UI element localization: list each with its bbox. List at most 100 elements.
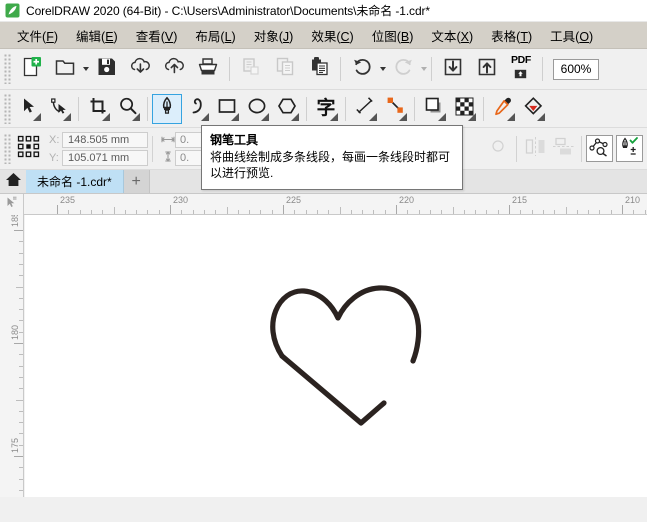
- ruler-origin-button[interactable]: [0, 194, 24, 215]
- y-position-input[interactable]: 105.071 mm: [62, 149, 148, 166]
- connector-tool[interactable]: [380, 94, 410, 124]
- redo-dropdown-arrow[interactable]: [421, 67, 427, 71]
- menu-text[interactable]: 文本(X): [422, 23, 482, 48]
- shadow-tool-flyout-arrow[interactable]: [438, 112, 446, 121]
- connector-tool-flyout-arrow[interactable]: [399, 112, 407, 121]
- freehand-tool-flyout-arrow[interactable]: [201, 112, 209, 121]
- pen-tool[interactable]: [152, 93, 182, 124]
- open-document-button[interactable]: [48, 52, 82, 86]
- freehand-tool[interactable]: [182, 94, 212, 124]
- menu-file[interactable]: 文件(F): [8, 23, 67, 48]
- cloud-upload-button[interactable]: [157, 52, 191, 86]
- vruler-minor-tick: [19, 478, 23, 480]
- polygon-tool-flyout-arrow[interactable]: [291, 112, 299, 121]
- rectangle-tool[interactable]: [212, 94, 242, 124]
- menu-bitmaps[interactable]: 位图(B): [363, 23, 423, 48]
- home-tab-button[interactable]: [0, 170, 26, 193]
- menu-object[interactable]: 对象(J): [245, 23, 303, 48]
- new-document-button[interactable]: [14, 52, 48, 86]
- dimension-tool-flyout-arrow[interactable]: [369, 112, 377, 121]
- export-pdf-button[interactable]: PDF: [504, 52, 538, 86]
- edit-bezier-button[interactable]: [586, 135, 613, 162]
- mirror-horizontal-button[interactable]: [521, 135, 549, 163]
- dimension-tool[interactable]: [350, 94, 380, 124]
- property-bar-grip[interactable]: [4, 133, 11, 164]
- save-button[interactable]: [89, 52, 123, 86]
- transparency-tool[interactable]: [449, 94, 479, 124]
- ruler-label: 230: [173, 195, 189, 205]
- ruler-minor-tick: [305, 210, 307, 214]
- vruler-minor-tick: [19, 422, 23, 424]
- zoom-tool-flyout-arrow[interactable]: [132, 112, 140, 121]
- horizontal-ruler[interactable]: 235 230 225 220 215 210: [0, 194, 647, 215]
- cloud-download-button[interactable]: [123, 52, 157, 86]
- pen-autoclose-icon: [619, 136, 640, 162]
- copy-button[interactable]: [268, 52, 302, 86]
- cut-button[interactable]: [234, 52, 268, 86]
- zoom-level-input[interactable]: 600%: [553, 58, 599, 80]
- vertical-ruler[interactable]: 185 180 175: [0, 215, 24, 497]
- rectangle-tool-flyout-arrow[interactable]: [231, 112, 239, 121]
- text-tool-flyout-arrow[interactable]: [330, 112, 338, 121]
- ruler-major-tick: [283, 205, 284, 214]
- text-tool[interactable]: 字: [311, 94, 341, 124]
- ruler-minor-tick: [384, 210, 386, 214]
- menu-table[interactable]: 表格(T): [482, 23, 541, 48]
- home-icon: [5, 172, 22, 192]
- eyedropper-tool-flyout-arrow[interactable]: [507, 112, 515, 121]
- ruler-minor-tick: [260, 210, 262, 214]
- ellipse-tool[interactable]: [242, 94, 272, 124]
- polygon-tool[interactable]: [272, 94, 302, 124]
- interactive-fill-tool[interactable]: [518, 94, 548, 124]
- ruler-minor-tick: [350, 210, 352, 214]
- fill-tool-flyout-arrow[interactable]: [537, 112, 545, 121]
- print-icon: [197, 56, 219, 83]
- zoom-level-value: 600%: [560, 62, 592, 76]
- transparency-tool-flyout-arrow[interactable]: [468, 112, 476, 121]
- menu-effects[interactable]: 效果(C): [302, 23, 362, 48]
- ellipse-tool-flyout-arrow[interactable]: [261, 112, 269, 121]
- shape-tool[interactable]: [44, 94, 74, 124]
- undo-button[interactable]: [345, 52, 379, 86]
- shadow-tool[interactable]: [419, 94, 449, 124]
- import-button[interactable]: [436, 52, 470, 86]
- menu-tools[interactable]: 工具(O): [541, 23, 602, 48]
- pick-tool[interactable]: [14, 94, 44, 124]
- menu-view[interactable]: 查看(V): [127, 23, 187, 48]
- pick-tool-flyout-arrow[interactable]: [33, 112, 41, 121]
- position-fields-group: X: 148.505 mm Y: 105.071 mm: [49, 131, 148, 166]
- drawing-canvas[interactable]: [25, 215, 647, 497]
- menu-tools-mnemonic: O: [579, 29, 590, 44]
- color-eyedropper-tool[interactable]: [488, 94, 518, 124]
- menu-bar: 文件(F) 编辑(E) 查看(V) 布局(L) 对象(J) 效果(C) 位图(B…: [0, 22, 647, 49]
- menu-layout[interactable]: 布局(L): [186, 23, 244, 48]
- toolbar-grip[interactable]: [4, 54, 11, 84]
- width-icon: [161, 131, 175, 149]
- ruler-minor-tick: [418, 210, 420, 214]
- object-origin-grid-icon[interactable]: [16, 134, 41, 164]
- ruler-minor-tick: [486, 210, 488, 214]
- zoom-tool[interactable]: [113, 94, 143, 124]
- crop-tool-flyout-arrow[interactable]: [102, 112, 110, 121]
- ruler-minor-tick: [124, 210, 126, 214]
- redo-button[interactable]: [386, 52, 420, 86]
- print-button[interactable]: [191, 52, 225, 86]
- shape-tool-flyout-arrow[interactable]: [63, 112, 71, 121]
- rotation-angle-button[interactable]: [484, 135, 512, 163]
- pen-options-button[interactable]: [616, 135, 643, 162]
- heart-outline-path[interactable]: [25, 215, 647, 497]
- vruler-minor-tick: [16, 399, 23, 401]
- add-document-tab-button[interactable]: +: [123, 170, 150, 193]
- text-wrap-button[interactable]: [549, 135, 577, 163]
- menu-edit[interactable]: 编辑(E): [67, 23, 127, 48]
- bezier-preview-icon: [589, 136, 610, 162]
- ruler-minor-tick: [215, 210, 217, 214]
- export-button[interactable]: [470, 52, 504, 86]
- crop-tool[interactable]: [83, 94, 113, 124]
- document-tab[interactable]: 未命名 -1.cdr*: [26, 170, 124, 193]
- export-icon: [476, 56, 498, 83]
- vruler-minor-tick: [19, 433, 23, 435]
- paste-button[interactable]: [302, 52, 336, 86]
- x-position-input[interactable]: 148.505 mm: [62, 131, 148, 148]
- toolbox-grip[interactable]: [4, 93, 11, 124]
